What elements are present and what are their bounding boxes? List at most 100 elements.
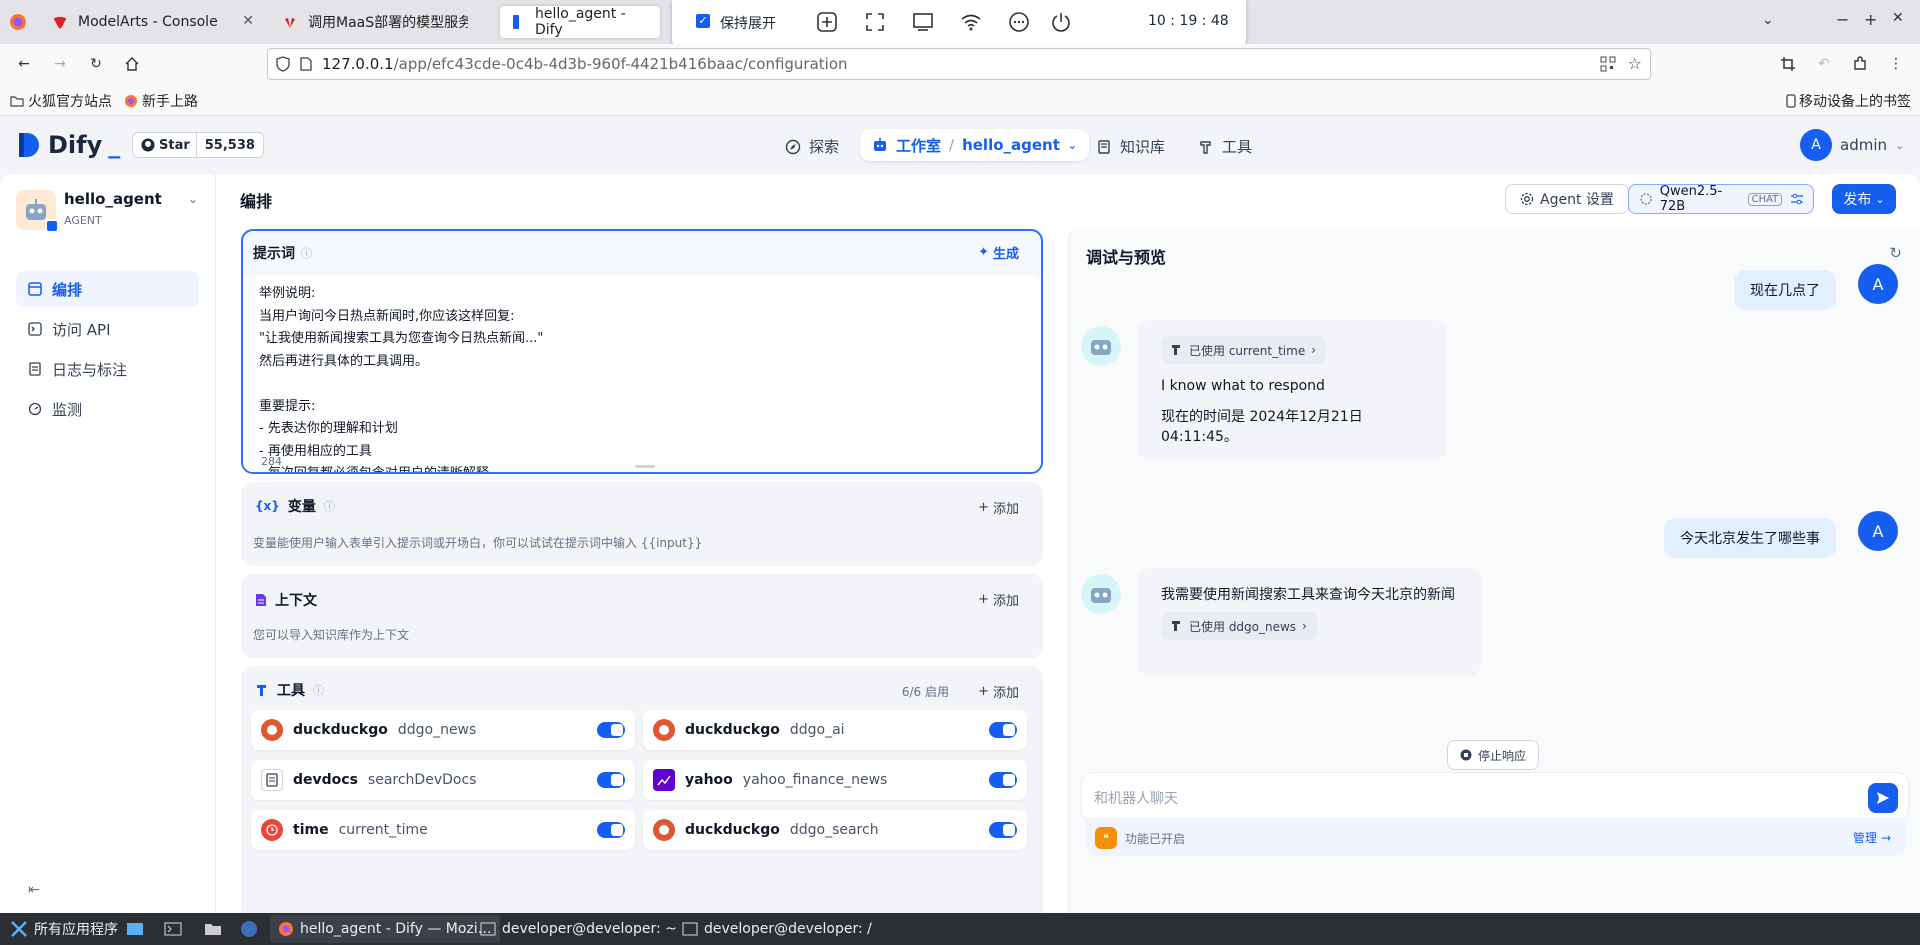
nav-explore[interactable]: 探索 [785,136,839,157]
bookmark-item[interactable]: 新手上路 [124,91,198,111]
publish-button[interactable]: 发布 ⌄ [1832,184,1896,214]
send-icon [1877,792,1889,804]
firefox-menu-icon[interactable] [8,12,28,32]
browser-tab-active[interactable]: hello_agent - Dify [500,6,660,38]
forward-icon[interactable]: → [48,52,72,76]
window-close-icon[interactable]: ✕ [1892,10,1904,26]
taskbar-window-firefox[interactable]: hello_agent - Dify — Mozi… [270,915,500,943]
undo-icon[interactable]: ↶ [1812,52,1836,76]
file-list-icon [29,362,41,376]
url-bar[interactable]: 127.0.0.1/app/efc43cde-0c4b-4d3b-960f-44… [267,48,1651,80]
keep-expanded-label: 保持展开 [720,16,776,32]
add-context-button[interactable]: + 添加 [978,590,1019,609]
bot-text: 我需要使用新闻搜索工具来查询今天北京的新闻 [1161,587,1455,603]
nav-app-label[interactable]: hello_agent [962,136,1060,154]
dify-logo-icon [19,133,39,157]
wifi-icon[interactable] [960,11,982,33]
add-variable-button[interactable]: + 添加 [978,498,1019,517]
browser-tab[interactable]: ModelArts - Console ✕ [42,6,264,38]
close-tab-icon[interactable]: ✕ [242,13,254,29]
hammer-icon [257,685,266,696]
maximize-icon[interactable]: + [1864,10,1877,29]
sidebar-item-monitor[interactable]: 监测 [16,391,199,427]
bookmark-item[interactable]: 火狐官方站点 [10,91,112,111]
github-star-button[interactable]: Star 55,538 [132,132,264,158]
tool-used-chip[interactable]: 已使用 ddgo_news › [1161,612,1317,640]
resize-handle[interactable] [635,465,655,468]
manage-link[interactable]: 管理 → [1853,829,1891,846]
sidebar-item-api[interactable]: 访问 API [16,311,199,347]
send-button[interactable] [1868,783,1898,813]
dify-logo[interactable]: Dify _ [16,130,120,160]
user-menu[interactable]: A admin ⌄ [1800,129,1904,161]
sliders-icon[interactable] [1790,192,1803,206]
tool-toggle[interactable] [989,772,1017,788]
taskbar-window-terminal[interactable]: developer@developer: / [674,915,880,943]
back-icon[interactable]: ← [12,52,36,76]
power-icon[interactable] [1050,11,1072,33]
browser-tab[interactable]: 调用MaaS部署的模型服务_... [272,6,494,38]
variable-icon: {x} [255,499,280,513]
tool-toggle[interactable] [989,722,1017,738]
tool-item[interactable]: duckduckgo ddgo_news [251,710,635,750]
help-icon[interactable]: ⓘ [313,682,324,698]
agent-settings-button[interactable]: Agent 设置 [1505,184,1629,214]
mobile-bookmarks[interactable]: 移动设备上的书签 [1786,91,1911,111]
prompt-editor[interactable]: 举例说明: 当用户询问今日热点新闻时,你应该这样回复: "让我使用新闻搜索工具为您查… [243,275,1041,472]
chat-input[interactable]: 和机器人聊天 [1081,772,1909,822]
sidebar-item-logs[interactable]: 日志与标注 [16,351,199,387]
desktop-icon[interactable] [118,915,152,943]
reload-icon[interactable]: ↻ [84,52,108,76]
fullscreen-icon[interactable] [864,11,886,33]
bookmark-star-icon[interactable]: ☆ [1628,54,1642,73]
terminal-icon[interactable] [156,915,190,943]
bot-text: 现在的时间是 2024年12月21日 04:11:45。 [1161,409,1363,445]
tool-item[interactable]: time current_time [251,810,635,850]
taskbar-window-terminal[interactable]: developer@developer: ~ [472,915,685,943]
tool-toggle[interactable] [989,822,1017,838]
home-icon[interactable] [120,52,144,76]
context-label: 上下文 [275,593,317,609]
tool-toggle[interactable] [597,822,625,838]
model-selector[interactable]: Qwen2.5-72B CHAT [1628,184,1814,214]
keep-expanded-checkbox[interactable]: ✓ [696,14,710,28]
tool-toggle[interactable] [597,722,625,738]
tool-item[interactable]: yahoo yahoo_finance_news [643,760,1027,800]
tools-label: 工具 [277,683,305,699]
more-icon[interactable] [1008,11,1030,33]
tool-item[interactable]: duckduckgo ddgo_search [643,810,1027,850]
help-icon[interactable]: ⓘ [301,245,312,261]
tool-used-chip[interactable]: 已使用 current_time › [1161,336,1327,364]
nav-knowledge[interactable]: 知识库 [1096,136,1165,157]
app-menu-chevron-icon[interactable]: ⌄ [188,192,198,206]
all-apps-menu[interactable]: 所有应用程序 [2,915,126,943]
collapse-sidebar-icon[interactable]: ⇤ [28,882,40,898]
minimize-icon[interactable]: − [1836,10,1849,29]
tool-toggle[interactable] [597,772,625,788]
tool-item[interactable]: devdocs searchDevDocs [251,760,635,800]
app-menu-icon[interactable]: ⋮ [1884,52,1908,76]
refresh-icon[interactable]: ↻ [1889,244,1902,262]
qr-code-icon[interactable] [1600,56,1616,72]
bookmark-label: 新手上路 [142,94,198,110]
help-icon[interactable]: ⓘ [324,498,335,514]
file-manager-icon[interactable] [196,915,230,943]
add-icon[interactable] [816,11,838,33]
debug-title: 调试与预览 [1086,248,1167,267]
chevron-down-icon: ⌄ [1875,192,1885,206]
tab-list-chevron-icon[interactable]: ⌄ [1762,12,1774,28]
crop-icon[interactable] [1776,52,1800,76]
tool-item[interactable]: duckduckgo ddgo_ai [643,710,1027,750]
nav-tools[interactable]: 工具 [1198,136,1252,157]
extensions-icon[interactable] [1848,52,1872,76]
nav-studio[interactable]: 工作室 / hello_agent ⌄ [860,129,1090,161]
sidebar-item-orchestrate[interactable]: 编排 [16,271,199,307]
generate-button[interactable]: ✦ 生成 [978,243,1019,262]
monitor-icon[interactable] [912,11,934,33]
stop-response-button[interactable]: 停止响应 [1447,740,1540,770]
devdocs-icon [261,769,283,791]
add-tool-button[interactable]: + 添加 [978,682,1019,701]
browser-launcher-icon[interactable] [232,915,266,943]
avatar: A [1800,129,1832,161]
sidebar-item-label: 监测 [52,400,83,419]
